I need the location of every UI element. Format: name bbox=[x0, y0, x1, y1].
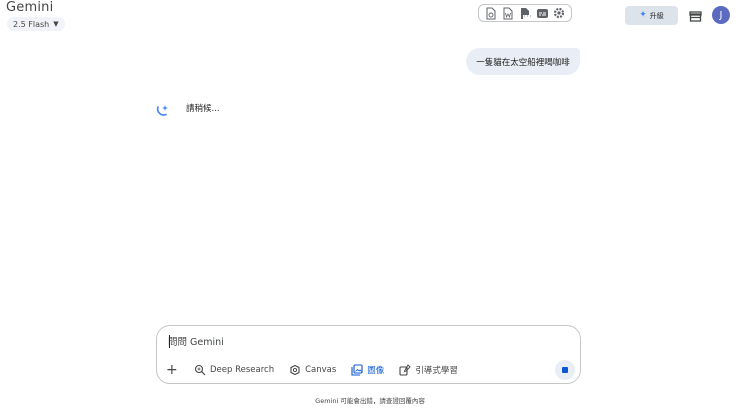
stop-button[interactable] bbox=[555, 360, 575, 380]
model-label: 2.5 Flash bbox=[13, 19, 50, 29]
pdf-icon[interactable] bbox=[518, 6, 532, 20]
caret-down-icon: ▼ bbox=[53, 19, 59, 28]
image-icon bbox=[351, 364, 363, 376]
prompt-box: + Deep Research Canvas bbox=[156, 325, 581, 384]
gift-icon[interactable] bbox=[689, 9, 702, 22]
model-selector[interactable]: 2.5 Flash ▼ bbox=[7, 17, 65, 31]
captions-icon[interactable] bbox=[535, 6, 549, 20]
deep-research-icon bbox=[194, 364, 206, 376]
google-docs-icon[interactable] bbox=[484, 6, 498, 20]
sparkle-icon: ✦ bbox=[639, 10, 647, 20]
stop-icon bbox=[562, 367, 568, 373]
image-button[interactable]: 圖像 bbox=[351, 364, 384, 376]
prompt-input[interactable] bbox=[168, 335, 548, 349]
upgrade-button[interactable]: ✦ 升級 bbox=[625, 6, 678, 25]
extension-toolbar bbox=[478, 4, 572, 22]
guided-learning-label: 引導式學習 bbox=[415, 366, 458, 376]
tools-row: + Deep Research Canvas 圖像 引導式學習 bbox=[166, 362, 473, 378]
gemini-loading-icon bbox=[156, 104, 169, 116]
thinking-status: 請稍候... bbox=[186, 104, 220, 114]
add-icon[interactable]: + bbox=[166, 363, 182, 377]
guided-learning-icon bbox=[399, 364, 411, 376]
canvas-label: Canvas bbox=[305, 365, 337, 375]
user-message-bubble: 一隻貓在太空船裡喝咖啡 bbox=[466, 48, 580, 75]
guided-learning-button[interactable]: 引導式學習 bbox=[399, 364, 458, 376]
gemini-page: Gemini 2.5 Flash ▼ ✦ 升級 J 一隻貓在太空船裡喝咖啡 請稍… bbox=[0, 0, 740, 411]
disclaimer: Gemini 可能會出錯，請查證回覆內容 bbox=[315, 397, 425, 405]
deep-research-button[interactable]: Deep Research bbox=[194, 364, 274, 376]
word-doc-icon[interactable] bbox=[501, 6, 515, 20]
image-label: 圖像 bbox=[367, 366, 385, 376]
deep-research-label: Deep Research bbox=[210, 365, 275, 375]
text-cursor bbox=[169, 335, 170, 348]
settings-icon[interactable] bbox=[552, 6, 566, 20]
upgrade-label: 升級 bbox=[649, 11, 664, 20]
avatar[interactable]: J bbox=[712, 6, 730, 24]
app-title: Gemini bbox=[6, 0, 54, 15]
canvas-icon bbox=[290, 364, 300, 376]
canvas-button[interactable]: Canvas bbox=[289, 364, 336, 376]
